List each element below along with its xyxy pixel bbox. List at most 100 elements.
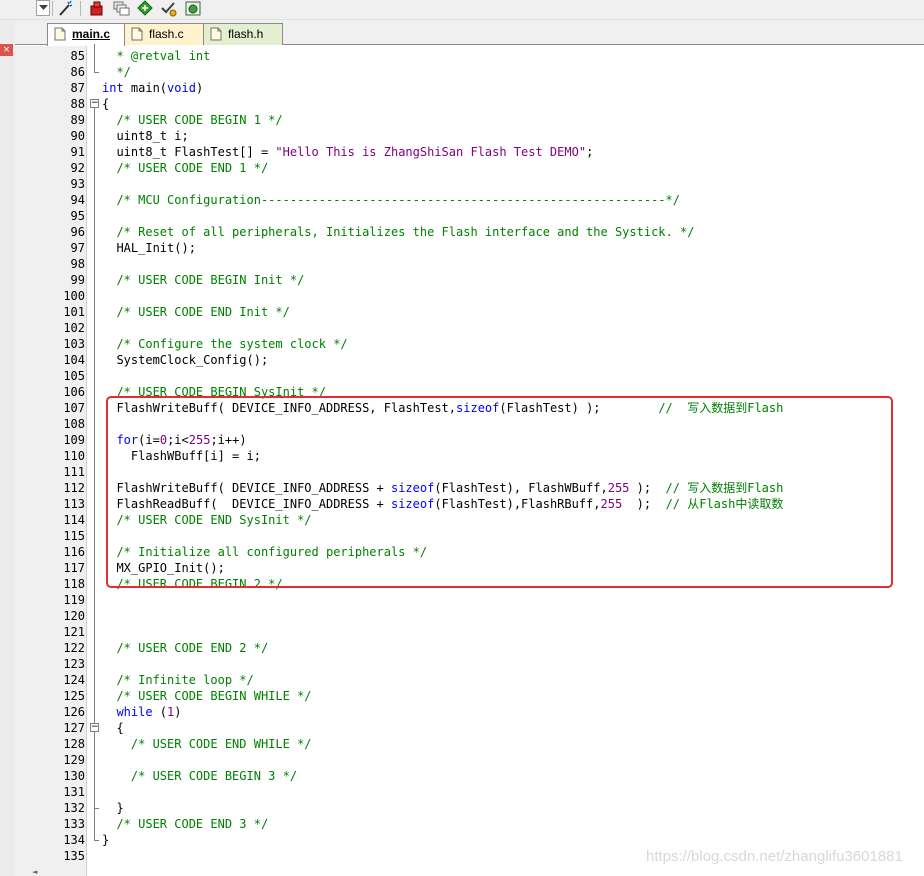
code-line[interactable]: 134}	[15, 832, 924, 848]
code-token: FlashWriteBuff( DEVICE_INFO_ADDRESS, Fla…	[102, 401, 457, 415]
toolbar-dropdown[interactable]	[36, 0, 50, 16]
red-module-icon[interactable]	[88, 0, 106, 17]
code-line[interactable]: 102	[15, 320, 924, 336]
code-token: while	[116, 705, 153, 719]
code-line[interactable]: 114 /* USER CODE END SysInit */	[15, 512, 924, 528]
line-number: 102	[63, 321, 85, 335]
tab-flash-c[interactable]: flash.c	[124, 23, 204, 45]
code-line[interactable]: 111	[15, 464, 924, 480]
check-tool-icon[interactable]	[160, 0, 178, 17]
code-line[interactable]: 101 /* USER CODE END Init */	[15, 304, 924, 320]
code-line[interactable]: 126 while (1)	[15, 704, 924, 720]
code-line[interactable]: 97 HAL_Init();	[15, 240, 924, 256]
code-text: /* USER CODE BEGIN 2 */	[102, 576, 283, 592]
code-line[interactable]: 120	[15, 608, 924, 624]
code-line[interactable]: 133 /* USER CODE END 3 */	[15, 816, 924, 832]
code-line[interactable]: 90 uint8_t i;	[15, 128, 924, 144]
code-token: SystemClock_Config();	[102, 353, 269, 367]
stack-icon[interactable]	[112, 0, 130, 17]
code-line[interactable]: 124 /* Infinite loop */	[15, 672, 924, 688]
scroll-left-icon[interactable]: ◄	[32, 869, 42, 876]
code-token: HAL_Init();	[102, 241, 196, 255]
code-token: 0	[159, 433, 168, 447]
code-line[interactable]: 131	[15, 784, 924, 800]
code-line[interactable]: 119	[15, 592, 924, 608]
fold-end-mark	[94, 808, 99, 809]
code-token: // 写入数据到Flash	[658, 401, 784, 415]
code-line[interactable]: 88 {	[15, 96, 924, 112]
line-number: 125	[63, 689, 85, 703]
code-line[interactable]: 103 /* Configure the system clock */	[15, 336, 924, 352]
fold-toggle-icon[interactable]: −	[90, 723, 99, 732]
code-line[interactable]: 107 FlashWriteBuff( DEVICE_INFO_ADDRESS,…	[15, 400, 924, 416]
code-line[interactable]: 93	[15, 176, 924, 192]
code-line[interactable]: 85 * @retval int	[15, 48, 924, 64]
code-line[interactable]: 87 int main(void)	[15, 80, 924, 96]
line-number: 85	[70, 49, 85, 63]
code-text: FlashWriteBuff( DEVICE_INFO_ADDRESS, Fla…	[102, 400, 783, 416]
code-line[interactable]: 96 /* Reset of all peripherals, Initiali…	[15, 224, 924, 240]
code-line[interactable]: 89 /* USER CODE BEGIN 1 */	[15, 112, 924, 128]
code-line[interactable]: 127 {	[15, 720, 924, 736]
code-line[interactable]: 106 /* USER CODE BEGIN SysInit */	[15, 384, 924, 400]
code-line[interactable]: 112 FlashWriteBuff( DEVICE_INFO_ADDRESS …	[15, 480, 924, 496]
code-line[interactable]: 108	[15, 416, 924, 432]
code-line[interactable]: 86 */	[15, 64, 924, 80]
code-token: )	[195, 81, 204, 95]
code-line[interactable]: 105	[15, 368, 924, 384]
code-token: int	[102, 81, 124, 95]
code-text: /* USER CODE END 2 */	[102, 640, 268, 656]
green-diamond-icon[interactable]	[136, 0, 154, 17]
line-number: 87	[70, 81, 85, 95]
code-line[interactable]: 109 for(i=0;i<255;i++)	[15, 432, 924, 448]
line-number: 128	[63, 737, 85, 751]
line-number: 90	[70, 129, 85, 143]
code-line[interactable]: 118 /* USER CODE BEGIN 2 */	[15, 576, 924, 592]
code-line[interactable]: 95	[15, 208, 924, 224]
code-text: /* Reset of all peripherals, Initializes…	[102, 224, 694, 240]
code-token: /* USER CODE BEGIN 2 */	[102, 577, 283, 591]
code-line[interactable]: 98	[15, 256, 924, 272]
code-line[interactable]: 99 /* USER CODE BEGIN Init */	[15, 272, 924, 288]
code-line[interactable]: 100	[15, 288, 924, 304]
code-text: uint8_t FlashTest[] = "Hello This is Zha…	[102, 144, 593, 160]
code-token: */	[102, 65, 131, 79]
code-token: // 写入数据到Flash	[665, 481, 784, 495]
code-line[interactable]: 123	[15, 656, 924, 672]
close-panel-icon[interactable]: ×	[0, 44, 13, 56]
code-line[interactable]: 117 MX_GPIO_Init();	[15, 560, 924, 576]
code-text: /* USER CODE BEGIN SysInit */	[102, 384, 326, 400]
code-line[interactable]: 129	[15, 752, 924, 768]
code-line[interactable]: 104 SystemClock_Config();	[15, 352, 924, 368]
code-token: 255	[607, 481, 630, 495]
code-line[interactable]: 122 /* USER CODE END 2 */	[15, 640, 924, 656]
code-text: {	[102, 96, 109, 112]
line-number: 121	[63, 625, 85, 639]
code-line[interactable]: 128 /* USER CODE END WHILE */	[15, 736, 924, 752]
code-token: "Hello This is ZhangShiSan Flash Test DE…	[275, 145, 587, 159]
fold-toggle-icon[interactable]: −	[90, 99, 99, 108]
code-line[interactable]: 91 uint8_t FlashTest[] = "Hello This is …	[15, 144, 924, 160]
code-token: uint8_t i;	[102, 129, 189, 143]
code-line[interactable]: 94 /* MCU Configuration-----------------…	[15, 192, 924, 208]
code-line[interactable]: 125 /* USER CODE BEGIN WHILE */	[15, 688, 924, 704]
code-line[interactable]: 132 }	[15, 800, 924, 816]
line-number: 122	[63, 641, 85, 655]
green-gear-icon[interactable]	[184, 0, 202, 17]
code-text: /* USER CODE END Init */	[102, 304, 290, 320]
code-token: /* USER CODE END Init */	[102, 305, 290, 319]
code-line[interactable]: 115	[15, 528, 924, 544]
code-line[interactable]: 113 FlashReadBuff( DEVICE_INFO_ADDRESS +…	[15, 496, 924, 512]
code-line[interactable]: 116 /* Initialize all configured periphe…	[15, 544, 924, 560]
code-editor[interactable]: 85 * @retval int 86 */87 int main(void) 88{…	[15, 44, 924, 876]
tab-main-c[interactable]: main.c	[47, 23, 125, 46]
tab-flash-h[interactable]: flash.h	[203, 23, 283, 45]
wand-icon[interactable]	[57, 0, 75, 17]
line-number: 112	[63, 481, 85, 495]
code-token: (FlashTest),FlashRBuff,	[434, 497, 601, 511]
code-line[interactable]: 130 /* USER CODE BEGIN 3 */	[15, 768, 924, 784]
toolbar	[0, 0, 924, 20]
code-line[interactable]: 110 FlashWBuff[i] = i;	[15, 448, 924, 464]
code-line[interactable]: 121	[15, 624, 924, 640]
code-line[interactable]: 92 /* USER CODE END 1 */	[15, 160, 924, 176]
